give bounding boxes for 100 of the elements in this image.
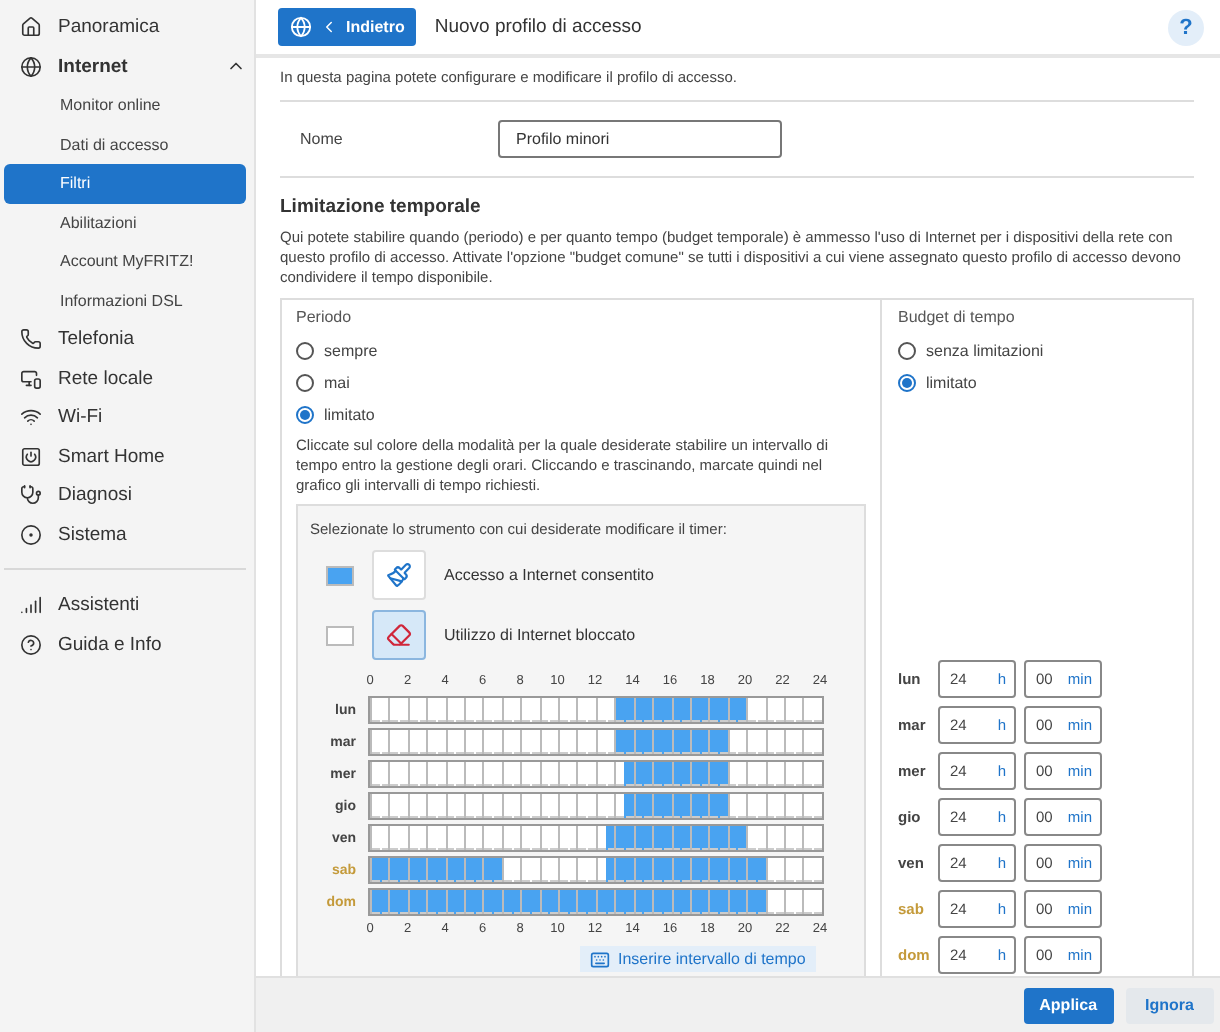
- time-slot[interactable]: [793, 762, 803, 786]
- time-slot[interactable]: [595, 826, 606, 850]
- time-slot[interactable]: [407, 858, 418, 882]
- time-slot[interactable]: [614, 826, 624, 850]
- time-slot[interactable]: [661, 730, 671, 754]
- time-slot[interactable]: [520, 858, 530, 882]
- time-slot[interactable]: [482, 826, 493, 850]
- time-slot[interactable]: [718, 698, 728, 722]
- time-slot[interactable]: [642, 730, 653, 754]
- time-slot[interactable]: [473, 762, 483, 786]
- time-slot[interactable]: [417, 890, 427, 914]
- insert-interval-button[interactable]: Inserire intervallo di tempo: [580, 946, 816, 972]
- time-slot[interactable]: [708, 890, 719, 914]
- time-slot[interactable]: [708, 794, 719, 818]
- time-slot[interactable]: [370, 698, 380, 722]
- time-slot[interactable]: [661, 762, 671, 786]
- time-slot[interactable]: [699, 794, 709, 818]
- time-slot[interactable]: [426, 890, 436, 914]
- time-slot[interactable]: [407, 762, 418, 786]
- tool-button[interactable]: [372, 610, 426, 660]
- time-slot[interactable]: [492, 858, 502, 882]
- time-slot[interactable]: [689, 698, 700, 722]
- time-slot[interactable]: [407, 890, 418, 914]
- time-slot[interactable]: [388, 730, 399, 754]
- time-slot[interactable]: [370, 730, 380, 754]
- time-slot[interactable]: [379, 762, 389, 786]
- time-slot[interactable]: [699, 698, 709, 722]
- time-slot[interactable]: [661, 826, 671, 850]
- time-slot[interactable]: [576, 826, 587, 850]
- time-slot[interactable]: [426, 730, 436, 754]
- nav-item[interactable]: Wi-Fi: [4, 398, 246, 437]
- time-slot[interactable]: [623, 890, 634, 914]
- time-slot[interactable]: [520, 794, 530, 818]
- time-slot[interactable]: [454, 890, 465, 914]
- time-slot[interactable]: [718, 730, 728, 754]
- time-slot[interactable]: [652, 826, 662, 850]
- time-slot[interactable]: [501, 730, 512, 754]
- time-slot[interactable]: [567, 890, 577, 914]
- time-slot[interactable]: [642, 826, 653, 850]
- radio-button[interactable]: [296, 373, 314, 391]
- radio-option[interactable]: mai: [296, 366, 866, 398]
- time-slot[interactable]: [370, 890, 380, 914]
- time-slot[interactable]: [379, 698, 389, 722]
- cancel-button[interactable]: Ignora: [1125, 987, 1214, 1023]
- time-slot[interactable]: [520, 762, 530, 786]
- time-slot[interactable]: [501, 762, 512, 786]
- time-slot[interactable]: [426, 794, 436, 818]
- time-slot[interactable]: [558, 698, 568, 722]
- time-slot[interactable]: [379, 730, 389, 754]
- time-slot[interactable]: [802, 826, 813, 850]
- time-slot[interactable]: [435, 858, 446, 882]
- time-slot[interactable]: [473, 826, 483, 850]
- time-slot[interactable]: [473, 698, 483, 722]
- time-slot[interactable]: [482, 890, 493, 914]
- time-slot[interactable]: [482, 858, 493, 882]
- time-slot[interactable]: [746, 762, 756, 786]
- time-slot[interactable]: [689, 762, 700, 786]
- nav-item[interactable]: Diagnosi: [4, 476, 246, 515]
- time-slot[interactable]: [783, 890, 794, 914]
- nav-item[interactable]: Smart Home: [4, 437, 246, 476]
- time-slot[interactable]: [576, 794, 587, 818]
- time-slot[interactable]: [689, 858, 700, 882]
- tool-button[interactable]: [372, 550, 426, 600]
- time-slot[interactable]: [718, 890, 728, 914]
- time-slot[interactable]: [595, 890, 606, 914]
- time-slot[interactable]: [614, 762, 624, 786]
- time-slot[interactable]: [605, 858, 615, 882]
- time-slot[interactable]: [567, 762, 577, 786]
- time-slot[interactable]: [755, 890, 766, 914]
- time-slot[interactable]: [680, 890, 690, 914]
- time-slot[interactable]: [426, 826, 436, 850]
- time-slot[interactable]: [642, 858, 653, 882]
- schedule-bar[interactable]: [368, 888, 824, 916]
- time-slot[interactable]: [388, 794, 399, 818]
- time-slot[interactable]: [567, 858, 577, 882]
- time-slot[interactable]: [623, 698, 634, 722]
- back-button[interactable]: Indietro: [278, 8, 417, 46]
- time-slot[interactable]: [407, 794, 418, 818]
- time-slot[interactable]: [576, 698, 587, 722]
- time-slot[interactable]: [595, 858, 606, 882]
- time-slot[interactable]: [520, 826, 530, 850]
- time-slot[interactable]: [567, 794, 577, 818]
- time-slot[interactable]: [464, 730, 474, 754]
- time-slot[interactable]: [802, 794, 813, 818]
- time-slot[interactable]: [736, 698, 747, 722]
- time-slot[interactable]: [482, 762, 493, 786]
- time-slot[interactable]: [736, 890, 747, 914]
- nav-subitem[interactable]: Account MyFRITZ!: [4, 242, 246, 281]
- nav-item[interactable]: Guida e Info: [4, 625, 246, 664]
- time-slot[interactable]: [746, 730, 756, 754]
- time-slot[interactable]: [699, 890, 709, 914]
- time-slot[interactable]: [511, 826, 521, 850]
- nav-subitem[interactable]: Filtri: [4, 164, 246, 203]
- time-slot[interactable]: [388, 762, 399, 786]
- time-slot[interactable]: [783, 858, 794, 882]
- time-slot[interactable]: [746, 826, 756, 850]
- time-slot[interactable]: [793, 794, 803, 818]
- time-slot[interactable]: [708, 698, 719, 722]
- time-slot[interactable]: [398, 890, 408, 914]
- schedule-bar[interactable]: [368, 760, 824, 788]
